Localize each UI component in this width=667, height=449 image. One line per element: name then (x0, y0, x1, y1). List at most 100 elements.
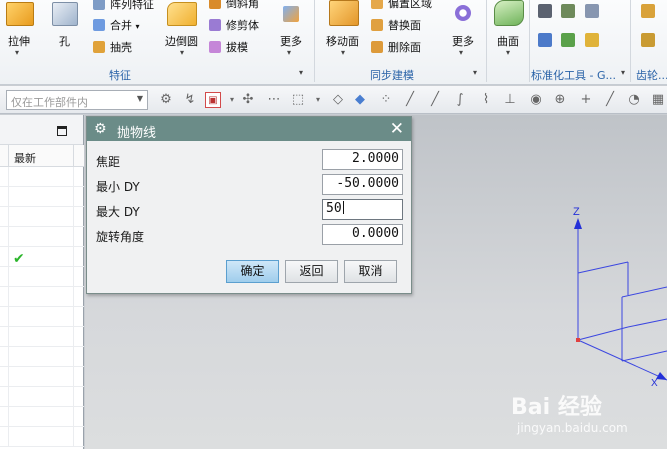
dialog-titlebar[interactable]: ⚙ 抛物线 ✕ (87, 117, 411, 141)
chevron-down-icon[interactable]: ▾ (459, 48, 463, 57)
pattern-feature-button[interactable]: 阵列特征 (93, 0, 154, 12)
list-item[interactable] (0, 327, 84, 347)
origin-marker (576, 338, 580, 342)
line-icon[interactable]: ╱ (602, 92, 618, 108)
group-dropdown-icon[interactable]: ▾ (621, 68, 625, 77)
max-dy-field[interactable]: 50 (322, 199, 403, 220)
ribbon: 拉伸 ▾ 孔 阵列特征 合并 ▾ 抽壳 边倒圆 ▾ 倒斜角 修剪体 拔模 更多 … (0, 0, 667, 85)
tool-icon[interactable] (585, 4, 599, 18)
chamfer-icon (209, 0, 221, 9)
edge-blend-button[interactable]: 边倒圆 (165, 33, 198, 49)
watermark-url: jingyan.baidu.com (517, 421, 628, 435)
offset-region-icon (371, 0, 383, 9)
tool-icon[interactable] (585, 33, 599, 47)
replace-face-button[interactable]: 替换面 (371, 17, 421, 33)
face-icon[interactable]: ◔ (626, 92, 642, 108)
hole-icon (52, 2, 78, 26)
move-icon[interactable]: ✣ (240, 92, 256, 108)
crosshair-icon[interactable]: ⊕ (552, 92, 568, 108)
select-filter-icon[interactable]: ↯ (182, 92, 198, 108)
tool-icon[interactable] (561, 33, 575, 47)
close-icon[interactable]: ✕ (390, 119, 404, 139)
chevron-down-icon[interactable]: ▾ (341, 48, 345, 57)
trim-body-label: 修剪体 (226, 19, 259, 32)
line-icon[interactable]: ╱ (427, 92, 443, 108)
group-dropdown-icon[interactable]: ▾ (299, 68, 303, 77)
select-feature-icon[interactable]: ⚙ (158, 92, 174, 108)
unite-icon (93, 19, 105, 31)
gear-tool-icon[interactable] (641, 33, 655, 47)
list-item[interactable] (0, 187, 84, 207)
list-item[interactable] (0, 427, 84, 447)
surface-button[interactable]: 曲面 (497, 33, 519, 49)
spline-icon[interactable]: ⌇ (478, 92, 494, 108)
pattern-feature-label: 阵列特征 (110, 0, 154, 11)
move-face-button[interactable]: 移动面 (326, 33, 359, 49)
selection-filter-dropdown[interactable]: 仅在工作部件内 ▼ (6, 90, 148, 110)
list-item[interactable] (0, 227, 84, 247)
extrude-button[interactable]: 拉伸 (8, 33, 30, 49)
grid-icon[interactable]: ▦ (650, 92, 666, 108)
shell-button[interactable]: 抽壳 (93, 39, 132, 55)
cancel-button[interactable]: 取消 (344, 260, 397, 283)
focal-length-field[interactable]: 2.0000 (322, 149, 403, 170)
divider (529, 0, 530, 82)
focal-length-value: 2.0000 (352, 151, 399, 166)
list-item[interactable] (0, 367, 84, 387)
gear-group-label: 齿轮... (636, 69, 667, 82)
back-button[interactable]: 返回 (285, 260, 338, 283)
chevron-down-icon[interactable]: ▾ (310, 92, 326, 108)
curve-icon[interactable]: ∫ (452, 92, 468, 108)
z-axis-arrow (574, 218, 582, 229)
list-item[interactable] (0, 387, 84, 407)
dialog-title: 抛物线 (117, 126, 157, 141)
draft-button[interactable]: 拔模 (209, 39, 248, 55)
min-dy-field[interactable]: -50.0000 (322, 174, 403, 195)
chamfer-button[interactable]: 倒斜角 (209, 0, 259, 11)
replace-face-icon (371, 19, 383, 31)
more-feature-button[interactable]: 更多 (280, 33, 302, 49)
column-header-latest[interactable]: 最新 (14, 150, 36, 166)
circle-point-icon[interactable]: ◉ (528, 92, 544, 108)
box-select-icon[interactable]: ⋯ (266, 92, 282, 108)
edge-blend-icon (167, 2, 197, 26)
points-icon[interactable]: ⁘ (378, 92, 394, 108)
plus-icon[interactable]: + (578, 92, 594, 108)
body-icon[interactable]: ◆ (352, 92, 368, 108)
line-icon[interactable]: ╱ (402, 92, 418, 108)
offset-region-button[interactable]: 偏置区域 (371, 0, 432, 11)
delete-face-button[interactable]: 删除面 (371, 39, 421, 55)
chevron-down-icon[interactable]: ▾ (180, 48, 184, 57)
hole-button[interactable]: 孔 (59, 33, 70, 49)
maximize-icon[interactable] (57, 126, 67, 136)
rectangle-select-icon[interactable]: ⬚ (290, 92, 306, 108)
tool-icon[interactable] (561, 4, 575, 18)
chevron-down-icon[interactable]: ▾ (224, 92, 240, 108)
list-item[interactable] (0, 407, 84, 427)
list-item[interactable] (0, 207, 84, 227)
chevron-down-icon[interactable]: ▾ (506, 48, 510, 57)
ok-button[interactable]: 确定 (226, 260, 279, 283)
list-item[interactable] (0, 347, 84, 367)
delete-face-label: 删除面 (388, 41, 421, 54)
rotation-angle-field[interactable]: 0.0000 (322, 224, 403, 245)
chevron-down-icon[interactable]: ▾ (287, 48, 291, 57)
chamfer-label: 倒斜角 (226, 0, 259, 10)
chevron-down-icon[interactable]: ▾ (15, 48, 19, 57)
gear-tool-icon[interactable] (641, 4, 655, 18)
trim-body-button[interactable]: 修剪体 (209, 17, 259, 33)
group-dropdown-icon[interactable]: ▾ (473, 68, 477, 77)
list-item[interactable] (0, 267, 84, 287)
tool-icon[interactable] (538, 33, 552, 47)
list-item[interactable] (0, 167, 84, 187)
tool-icon[interactable] (538, 4, 552, 18)
unite-button[interactable]: 合并 ▾ (93, 17, 140, 33)
list-item[interactable] (0, 287, 84, 307)
list-item[interactable] (0, 307, 84, 327)
solid-icon[interactable]: ◇ (330, 92, 346, 108)
snap-icon[interactable]: ▣ (205, 92, 221, 108)
more-sync-button[interactable]: 更多 (452, 33, 474, 49)
divider (486, 0, 487, 82)
tangent-icon[interactable]: ⊥ (502, 92, 518, 108)
standard-tools-group-label: 标准化工具 - G... (531, 69, 616, 82)
